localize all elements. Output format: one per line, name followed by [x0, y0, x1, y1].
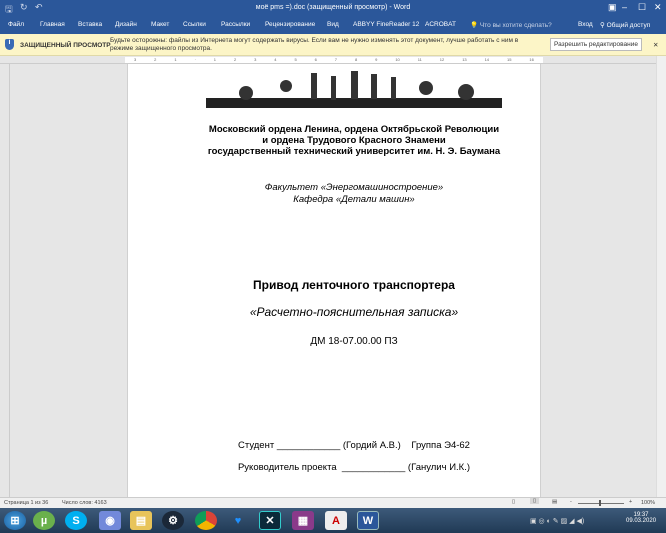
- word-count[interactable]: Число слов: 4163: [62, 500, 107, 506]
- web-layout-icon[interactable]: ▤: [552, 499, 557, 505]
- document-code: ДМ 18-07.00.00 ПЗ: [310, 336, 398, 347]
- faculty: Факультет «Энергомашиностроение»: [264, 182, 444, 193]
- steam-icon[interactable]: ⚙: [162, 511, 184, 530]
- zoom-level[interactable]: 100%: [641, 500, 655, 506]
- tab-acrobat[interactable]: ACROBAT: [425, 21, 456, 28]
- ribbon-tabs: Файл Главная Вставка Дизайн Макет Ссылки…: [0, 15, 666, 34]
- tell-me-text: Что вы хотите сделать?: [479, 22, 552, 29]
- share-label: Общий доступ: [606, 22, 651, 29]
- student-line: Студент ____________ (Гордий А.В.) Групп…: [238, 440, 470, 451]
- tab-insert[interactable]: Вставка: [78, 21, 102, 28]
- org-line-2: и ордена Трудового Красного Знамени: [262, 135, 446, 146]
- zoom-slider[interactable]: [578, 503, 624, 504]
- tab-view[interactable]: Вид: [327, 21, 339, 28]
- university-emblem-image: [206, 71, 502, 108]
- autocad-icon[interactable]: A: [325, 511, 347, 530]
- horizontal-ruler[interactable]: 3 2 1 · 1 2 3 4 5 6 7 8 9 10 11 12 13 14 15 16: [0, 56, 666, 64]
- window-title: моё pms =).doc (защищенный просмотр) - W…: [255, 4, 411, 11]
- tab-references[interactable]: Ссылки: [183, 21, 206, 28]
- zoom-in-button[interactable]: +: [629, 499, 632, 505]
- tab-abbyy[interactable]: ABBYY FineReader 12: [353, 21, 419, 28]
- discord-icon[interactable]: ◉: [99, 511, 121, 530]
- document-subtitle: «Расчетно-пояснительная записка»: [249, 305, 459, 319]
- system-tray-icons[interactable]: ▣ ◎ ◐ ✎ ▨ ◢ ◀): [530, 517, 584, 525]
- tab-design[interactable]: Дизайн: [115, 21, 137, 28]
- supervisor-line: Руководитель проекта ____________ (Ганул…: [237, 462, 471, 473]
- maximize-button[interactable]: ☐: [638, 2, 646, 13]
- zoom-slider-thumb[interactable]: [599, 500, 601, 506]
- department: Кафедра «Детали машин»: [293, 194, 415, 205]
- clock-date: 09.03.2020: [626, 518, 657, 524]
- close-message-icon[interactable]: ✕: [653, 41, 658, 49]
- page-count[interactable]: Страница 1 из 36: [4, 500, 48, 506]
- start-button[interactable]: ⊞: [4, 511, 26, 530]
- org-line-1: Московский ордена Ленина, ордена Октябрь…: [208, 124, 500, 135]
- shield-icon: i: [5, 39, 14, 50]
- enable-editing-button[interactable]: Разрешить редактирование: [550, 38, 642, 51]
- document-title: Привод ленточного транспортера: [253, 278, 455, 292]
- skype-icon[interactable]: S: [65, 511, 87, 530]
- org-line-3: государственный технический университет …: [207, 146, 501, 157]
- winrar-icon[interactable]: ▦: [292, 511, 314, 530]
- clock[interactable]: 19:37 09.03.2020: [626, 512, 656, 524]
- file-explorer-icon[interactable]: ▤: [130, 511, 152, 530]
- tab-file[interactable]: Файл: [8, 21, 24, 28]
- signin-link[interactable]: Вход: [578, 21, 593, 28]
- read-mode-icon[interactable]: ▯: [512, 499, 515, 505]
- tab-mailings[interactable]: Рассылки: [221, 21, 250, 28]
- taskbar: ⊞ µ S ◉ ▤ ⚙ ♥ ✕ ▦ A W ▣ ◎ ◐ ✎ ▨ ◢ ◀) 19:…: [0, 508, 666, 533]
- protected-view-text: Будьте осторожны: файлы из Интернета мог…: [110, 37, 519, 52]
- share-button[interactable]: ⚲ Общий доступ: [600, 21, 650, 29]
- chrome-icon[interactable]: [195, 511, 217, 530]
- app-x-icon[interactable]: ✕: [259, 511, 281, 530]
- zoom-out-button[interactable]: -: [570, 499, 572, 505]
- document-page[interactable]: Московский ордена Ленина, ордена Октябрь…: [127, 64, 541, 497]
- tab-review[interactable]: Рецензирование: [265, 21, 315, 28]
- utorrent-icon[interactable]: µ: [33, 511, 55, 530]
- vertical-scrollbar[interactable]: [656, 56, 666, 497]
- word-icon[interactable]: W: [357, 511, 379, 530]
- status-bar: Страница 1 из 36 Число слов: 4163 ▯ ▯ ▤ …: [0, 497, 666, 508]
- protected-view-title: ЗАЩИЩЕННЫЙ ПРОСМОТР: [20, 42, 111, 49]
- ribbon-display-icon[interactable]: ▣: [608, 2, 617, 13]
- close-button[interactable]: ✕: [654, 2, 662, 13]
- title-bar: 🖫 ↻ ↶ моё pms =).doc (защищенный просмот…: [0, 0, 666, 15]
- protected-view-bar: i ЗАЩИЩЕННЫЙ ПРОСМОТР Будьте осторожны: …: [0, 34, 666, 56]
- tab-home[interactable]: Главная: [40, 21, 65, 28]
- print-layout-icon[interactable]: ▯: [530, 498, 540, 504]
- heart-app-icon[interactable]: ♥: [227, 511, 249, 530]
- minimize-button[interactable]: –: [622, 2, 627, 12]
- tab-layout[interactable]: Макет: [151, 21, 169, 28]
- vertical-ruler[interactable]: [0, 64, 10, 497]
- document-area: Московский ордена Ленина, ордена Октябрь…: [10, 64, 656, 497]
- tell-me-input[interactable]: 💡 Что вы хотите сделать?: [470, 21, 552, 29]
